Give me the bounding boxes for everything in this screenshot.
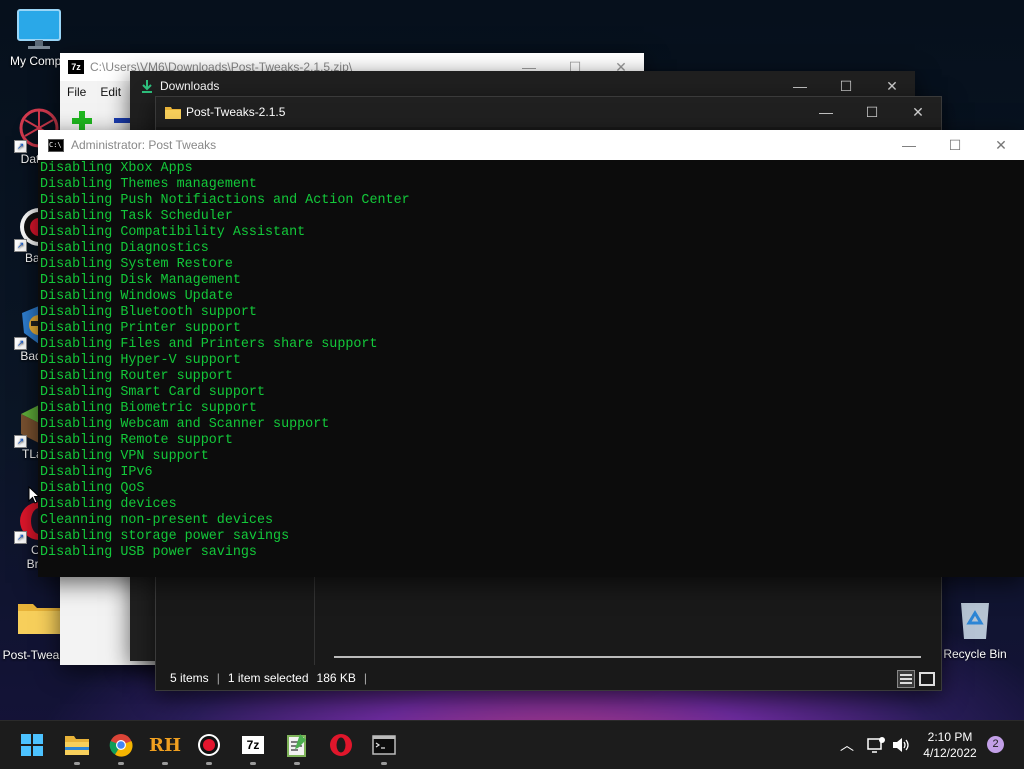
console-line: Disabling Compatibility Assistant (40, 225, 306, 240)
details-view-button[interactable] (897, 670, 915, 688)
taskbar-7zip[interactable]: 7z (237, 729, 269, 761)
maximize-button[interactable]: ☐ (849, 97, 895, 127)
status-selected: 1 item selected (227, 671, 309, 685)
console-line: Disabling Windows Update (40, 289, 233, 304)
console-line: Disabling Webcam and Scanner support (40, 417, 330, 432)
monitor-icon (17, 9, 61, 49)
status-item-count: 5 items (170, 671, 209, 685)
notification-badge[interactable]: 2 (987, 736, 1004, 753)
running-indicator (118, 762, 124, 765)
clock[interactable]: 2:10 PM 4/12/2022 (918, 729, 982, 761)
minimize-button[interactable]: — (803, 97, 849, 127)
rh-icon: RH (149, 734, 181, 756)
console-line: Disabling devices (40, 497, 177, 512)
taskbar-opera[interactable] (325, 729, 357, 761)
tiles-view-button[interactable] (918, 670, 936, 688)
console-line: Disabling Remote support (40, 433, 233, 448)
desktop-icon-label: Recycle Bin (943, 647, 1007, 661)
running-indicator (250, 762, 256, 765)
console-line: Disabling Bluetooth support (40, 305, 257, 320)
console-line: Disabling Hyper-V support (40, 353, 241, 368)
shortcut-arrow-icon: ↗ (14, 435, 27, 448)
clock-date: 4/12/2022 (923, 746, 977, 760)
console-line: Disabling USB power savings (40, 545, 257, 560)
add-icon[interactable] (72, 111, 92, 131)
taskbar-notepad[interactable] (281, 729, 313, 761)
taskbar-terminal[interactable] (368, 729, 400, 761)
running-indicator (74, 762, 80, 765)
notepad-icon (287, 734, 306, 757)
close-button[interactable]: ✕ (895, 97, 941, 127)
console-output[interactable]: Disabling Xbox Apps Disabling Themes mana… (38, 160, 1024, 577)
shortcut-arrow-icon: ↗ (14, 531, 27, 544)
console-line: Disabling Push Notifiactions and Action … (40, 193, 410, 208)
file-explorer-icon (65, 736, 89, 755)
terminal-icon (372, 735, 396, 755)
windows-start-icon (21, 734, 43, 756)
console-title: Administrator: Post Tweaks (71, 138, 217, 152)
desktop-icon-recycle-bin[interactable]: Recycle Bin (936, 597, 1014, 661)
horizontal-scrollbar[interactable] (334, 656, 921, 658)
close-button[interactable]: ✕ (978, 130, 1024, 160)
running-indicator (294, 762, 300, 765)
tray-overflow-chevron-icon[interactable]: ︿ (838, 735, 856, 753)
navigation-pane[interactable]: Network (156, 568, 315, 665)
recycle-bin-icon (961, 603, 989, 639)
record-icon (198, 734, 220, 756)
explorer-title: Post-Tweaks-2.1.5 (186, 105, 286, 119)
console-line: Disabling Smart Card support (40, 385, 265, 400)
console-line: Disabling Biometric support (40, 401, 257, 416)
menu-file[interactable]: File (67, 85, 86, 99)
network-icon[interactable] (866, 736, 886, 754)
cmd-icon: C:\ (48, 138, 64, 152)
console-line: Disabling VPN support (40, 449, 209, 464)
volume-icon[interactable] (891, 736, 911, 754)
sevenzip-app-icon: 7z (68, 60, 84, 74)
running-indicator (206, 762, 212, 765)
running-indicator (162, 762, 168, 765)
taskbar-file-explorer[interactable] (61, 729, 93, 761)
console-line: Disabling Printer support (40, 321, 241, 336)
console-line: Disabling Xbox Apps (40, 161, 193, 176)
maximize-button[interactable]: ☐ (932, 130, 978, 160)
console-window[interactable]: C:\ Administrator: Post Tweaks — ☐ ✕ Dis… (38, 130, 1024, 577)
console-line: Disabling Files and Printers share suppo… (40, 337, 378, 352)
status-divider: | (363, 671, 368, 685)
menu-edit[interactable]: Edit (100, 85, 121, 99)
mouse-cursor-icon (28, 486, 40, 504)
console-line: Cleanning non-present devices (40, 513, 274, 528)
clock-time: 2:10 PM (927, 730, 973, 744)
chrome-icon (109, 734, 133, 757)
folder-icon (165, 106, 181, 119)
console-line: Disabling Router support (40, 369, 233, 384)
start-button[interactable] (16, 729, 48, 761)
console-line: Disabling IPv6 (40, 465, 153, 480)
shortcut-arrow-icon: ↗ (14, 239, 27, 252)
running-indicator (381, 762, 387, 765)
console-line: Disabling Themes management (40, 177, 257, 192)
console-line: Disabling System Restore (40, 257, 233, 272)
shortcut-arrow-icon: ↗ (14, 337, 27, 350)
status-bar: 5 items | 1 item selected 186 KB | (156, 666, 941, 690)
7zip-icon: 7z (242, 736, 264, 754)
shortcut-arrow-icon: ↗ (14, 140, 27, 153)
taskbar-bandicam[interactable] (193, 729, 225, 761)
extract-icon[interactable] (114, 118, 130, 123)
taskbar-chrome[interactable] (105, 729, 137, 761)
console-line: Disabling QoS (40, 481, 145, 496)
taskbar-resource-hacker[interactable]: RH (149, 729, 181, 761)
console-line: Disabling storage power savings (40, 529, 290, 544)
console-line: Disabling Diagnostics (40, 241, 209, 256)
folder-icon (18, 604, 60, 634)
status-size: 186 KB (316, 671, 356, 685)
console-line: Disabling Disk Management (40, 273, 241, 288)
taskbar: RH 7z ︿ 2:10 PM 4/12/2022 2 (0, 720, 1024, 769)
status-divider: | (216, 671, 220, 685)
downloads-title: Downloads (160, 79, 220, 93)
minimize-button[interactable]: — (886, 130, 932, 160)
console-line: Disabling Task Scheduler (40, 209, 233, 224)
console-titlebar[interactable]: C:\ Administrator: Post Tweaks (38, 130, 1024, 160)
download-arrow-icon (142, 80, 152, 93)
opera-icon (330, 734, 352, 756)
